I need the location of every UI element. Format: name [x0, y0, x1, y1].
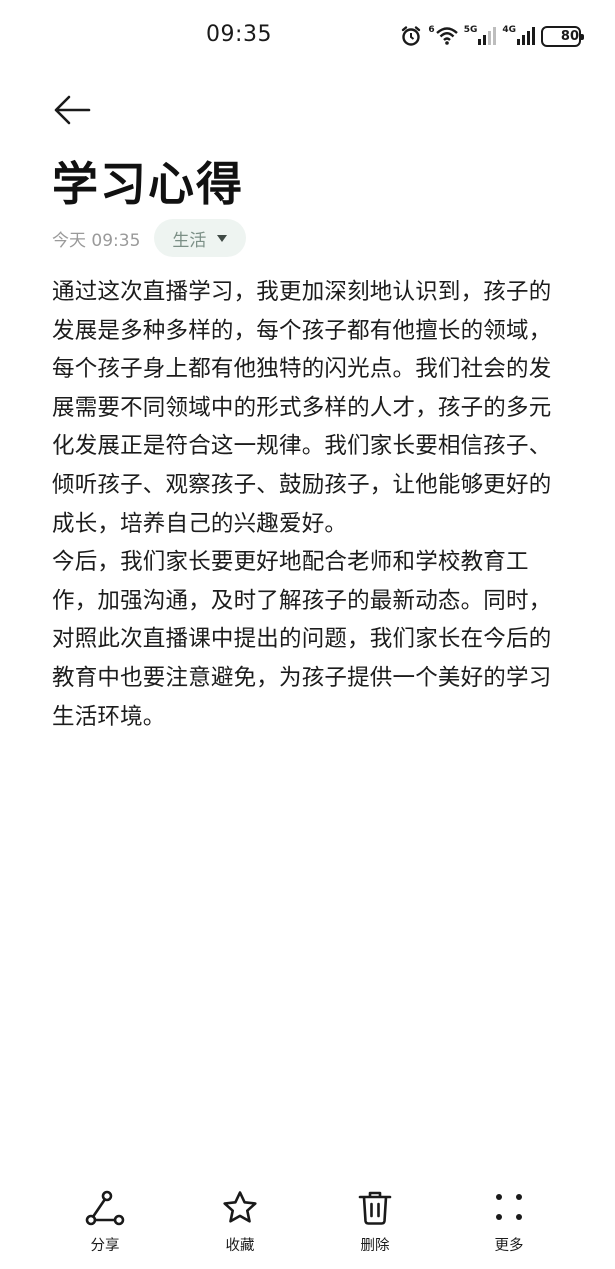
delete-label: 删除: [360, 1238, 390, 1254]
alarm-icon: [400, 25, 422, 47]
signal-4g-label: 4G: [502, 25, 516, 35]
share-label: 分享: [90, 1238, 120, 1254]
signal-5g-label: 5G: [463, 25, 478, 35]
delete-button[interactable]: 删除: [330, 1188, 420, 1258]
share-icon: [85, 1190, 125, 1226]
signal-5g-icon: 5G: [464, 26, 497, 46]
note-date: 今天 09:35: [52, 230, 141, 251]
battery-level: 80: [560, 28, 579, 44]
category-label: 生活: [172, 230, 207, 251]
wifi-label: 6: [428, 25, 435, 35]
caret-down-icon: [217, 234, 228, 242]
category-dropdown[interactable]: 生活: [154, 219, 247, 257]
share-button[interactable]: 分享: [60, 1188, 150, 1258]
wifi-icon: 6: [428, 25, 458, 46]
favorite-label: 收藏: [225, 1238, 255, 1254]
star-icon: [223, 1191, 257, 1223]
trash-icon: [358, 1191, 392, 1225]
note-paragraph: 今后，我们家长要更好地配合老师和学校教育工作，加强沟通，及时了解孩子的最新动态。…: [52, 549, 552, 730]
arrow-left-icon: [54, 95, 91, 125]
more-dots-icon: [496, 1194, 522, 1220]
status-icons: 6 5G 4G 80: [400, 24, 584, 48]
more-button[interactable]: 更多: [464, 1188, 554, 1258]
bottom-toolbar: 分享 收藏 删除 更多: [0, 1188, 615, 1258]
status-bar: 09:35 6 5G 4G 80: [0, 0, 615, 72]
battery-icon: 80: [541, 25, 584, 47]
signal-4g-icon: 4G: [502, 26, 535, 46]
favorite-button[interactable]: 收藏: [195, 1188, 285, 1258]
note-body[interactable]: 通过这次直播学习，我更加深刻地认识到，孩子的发展是多种多样的，每个孩子都有他擅长…: [52, 273, 572, 736]
back-button[interactable]: [50, 88, 94, 132]
more-label: 更多: [494, 1238, 524, 1254]
note-paragraph: 通过这次直播学习，我更加深刻地认识到，孩子的发展是多种多样的，每个孩子都有他擅长…: [52, 279, 552, 537]
page-title: 学习心得: [52, 157, 244, 211]
note-meta: 今天 09:35 生活: [52, 218, 247, 258]
